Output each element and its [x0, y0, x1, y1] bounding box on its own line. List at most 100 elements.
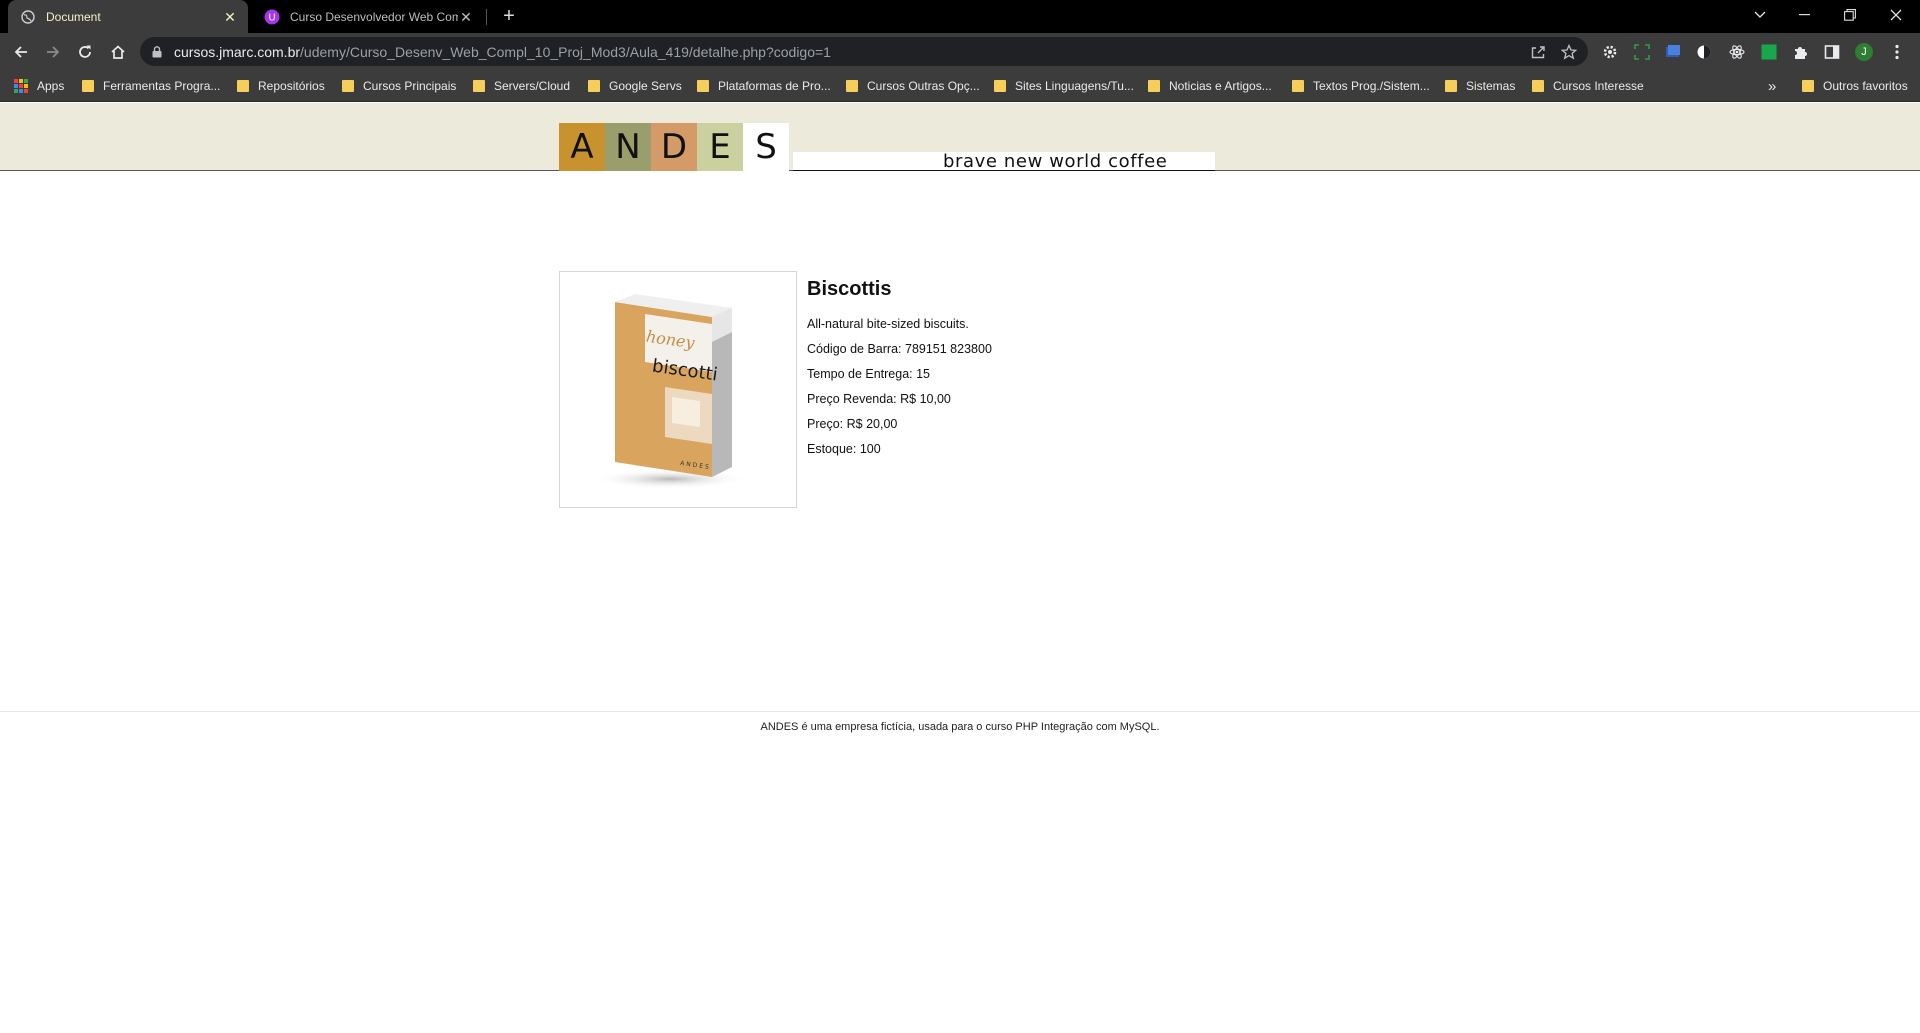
bookmark-folder[interactable]: Cursos Principais: [342, 70, 456, 102]
logo-letter: E: [697, 123, 743, 171]
menu-kebab-icon[interactable]: [1888, 43, 1906, 61]
bookmark-folder[interactable]: Textos Prog./Sistem...: [1292, 70, 1430, 102]
restore-button[interactable]: [1828, 0, 1872, 30]
settings-extension-icon[interactable]: [1601, 43, 1619, 61]
close-tab-icon[interactable]: ✕: [458, 9, 474, 25]
price-label: Preço:: [807, 417, 844, 431]
tagline: brave new world coffee: [943, 151, 1168, 172]
bookmark-folder[interactable]: Noticias e Artigos...: [1148, 70, 1272, 102]
folder-icon: [473, 80, 485, 92]
product-details: Biscottis All-natural bite-sized biscuit…: [807, 273, 992, 462]
bookmark-label: Servers/Cloud: [494, 79, 571, 93]
puzzle-extensions-icon[interactable]: [1792, 43, 1810, 61]
bookmarks-overflow-button[interactable]: »: [1768, 70, 1776, 102]
svg-text:U: U: [268, 12, 275, 23]
contrast-extension-icon[interactable]: [1695, 43, 1713, 61]
product-image: honey biscotti ANDES: [559, 271, 797, 508]
tab-search-icon[interactable]: [1738, 0, 1782, 30]
bookmark-folder[interactable]: Sistemas: [1445, 70, 1515, 102]
bookmark-label: Cursos Interesse: [1553, 79, 1644, 93]
tab-document[interactable]: Document ✕: [8, 0, 248, 33]
bookmark-other-favorites[interactable]: Outros favoritos: [1802, 70, 1908, 102]
close-window-button[interactable]: [1874, 0, 1918, 30]
bookmark-apps[interactable]: Apps: [14, 70, 64, 102]
folder-icon: [237, 80, 249, 92]
tab-curso[interactable]: U Curso Desenvolvedor Web Comp ✕: [252, 0, 484, 33]
product-barcode: Código de Barra: 789151 823800: [807, 337, 992, 362]
folder-icon: [1802, 80, 1814, 92]
minimize-button[interactable]: [1782, 0, 1826, 30]
page-viewport: A N D E S brave new world coffee honey b…: [0, 103, 1920, 1033]
folder-icon: [82, 80, 94, 92]
product-delivery: Tempo de Entrega: 15: [807, 362, 992, 387]
share-icon[interactable]: [1530, 44, 1546, 60]
andes-logo[interactable]: A N D E S: [559, 123, 789, 171]
side-panel-icon[interactable]: [1823, 43, 1841, 61]
folder-icon: [697, 80, 709, 92]
green-extension-icon[interactable]: [1760, 43, 1778, 61]
bookmark-label: Apps: [37, 79, 65, 93]
folder-icon: [846, 80, 858, 92]
overflow-chevron-icon: »: [1768, 77, 1777, 95]
home-button[interactable]: [105, 39, 131, 65]
bookmark-label: Cursos Outras Opç...: [867, 79, 980, 93]
bookmark-label: Sites Linguagens/Tu...: [1015, 79, 1134, 93]
back-button[interactable]: [8, 39, 34, 65]
product-stock: Estoque: 100: [807, 437, 992, 462]
udemy-icon: U: [264, 9, 280, 25]
logo-letter: S: [743, 123, 789, 171]
close-tab-icon[interactable]: ✕: [222, 9, 238, 25]
forward-button[interactable]: [40, 39, 66, 65]
footer-text: ANDES é uma empresa fictícia, usada para…: [760, 721, 1160, 733]
bookmark-folder[interactable]: Ferramentas Progra...: [82, 70, 220, 102]
product-price: Preço: R$ 20,00: [807, 412, 992, 437]
bookmark-folder[interactable]: Servers/Cloud: [473, 70, 570, 102]
url-text[interactable]: cursos.jmarc.com.br/udemy/Curso_Desenv_W…: [174, 44, 831, 60]
react-devtools-icon[interactable]: [1728, 43, 1746, 61]
bookmark-folder[interactable]: Cursos Interesse: [1532, 70, 1644, 102]
site-header: A N D E S brave new world coffee: [0, 103, 1920, 172]
tagline-banner: brave new world coffee: [793, 151, 1215, 172]
lock-icon[interactable]: [152, 45, 162, 63]
window-extension-icon[interactable]: [1664, 43, 1682, 61]
browser-toolbar: cursos.jmarc.com.br/udemy/Curso_Desenv_W…: [0, 33, 1920, 70]
stock-value: 100: [859, 442, 881, 456]
bookmark-folder[interactable]: Plataformas de Pro...: [697, 70, 831, 102]
bookmark-label: Plataformas de Pro...: [718, 79, 831, 93]
stock-label: Estoque:: [807, 442, 857, 456]
bookmark-label: Repositórios: [258, 79, 325, 93]
logo-letter: D: [651, 123, 697, 171]
price-value: R$ 20,00: [846, 417, 898, 431]
tab-divider: [486, 9, 487, 25]
folder-icon: [1532, 80, 1544, 92]
resale-label: Preço Revenda:: [807, 392, 897, 406]
bookmark-star-icon[interactable]: [1560, 43, 1578, 60]
product-name: Biscottis: [807, 278, 892, 300]
tab-title: Curso Desenvolvedor Web Comp: [290, 9, 458, 24]
bookmark-label: Noticias e Artigos...: [1169, 79, 1272, 93]
barcode-label: Código de Barra:: [807, 342, 902, 356]
bookmark-label: Textos Prog./Sistem...: [1313, 79, 1430, 93]
product-resale-price: Preço Revenda: R$ 10,00: [807, 387, 992, 412]
bookmark-folder[interactable]: Sites Linguagens/Tu...: [994, 70, 1134, 102]
address-bar[interactable]: cursos.jmarc.com.br/udemy/Curso_Desenv_W…: [140, 37, 1588, 66]
logo-letter: A: [559, 123, 605, 171]
folder-icon: [1445, 80, 1457, 92]
delivery-value: 15: [916, 367, 931, 381]
bookmark-label: Sistemas: [1466, 79, 1516, 93]
bookmark-folder[interactable]: Cursos Outras Opç...: [846, 70, 980, 102]
new-tab-button[interactable]: +: [498, 6, 520, 28]
tab-strip: Document ✕ U Curso Desenvolvedor Web Com…: [0, 0, 1920, 33]
folder-icon: [994, 80, 1006, 92]
folder-icon: [588, 80, 600, 92]
bookmark-folder[interactable]: Google Servs: [588, 70, 682, 102]
profile-avatar[interactable]: J: [1855, 43, 1873, 61]
url-host: cursos.jmarc.com.br: [174, 44, 301, 60]
reload-button[interactable]: [72, 39, 98, 65]
bookmark-label: Google Servs: [609, 79, 682, 93]
screenshot-extension-icon[interactable]: [1633, 43, 1651, 61]
bookmark-label: Cursos Principais: [363, 79, 457, 93]
folder-icon: [1148, 80, 1160, 92]
bookmarks-bar: Apps Ferramentas Progra... Repositórios …: [0, 70, 1920, 102]
bookmark-folder[interactable]: Repositórios: [237, 70, 325, 102]
